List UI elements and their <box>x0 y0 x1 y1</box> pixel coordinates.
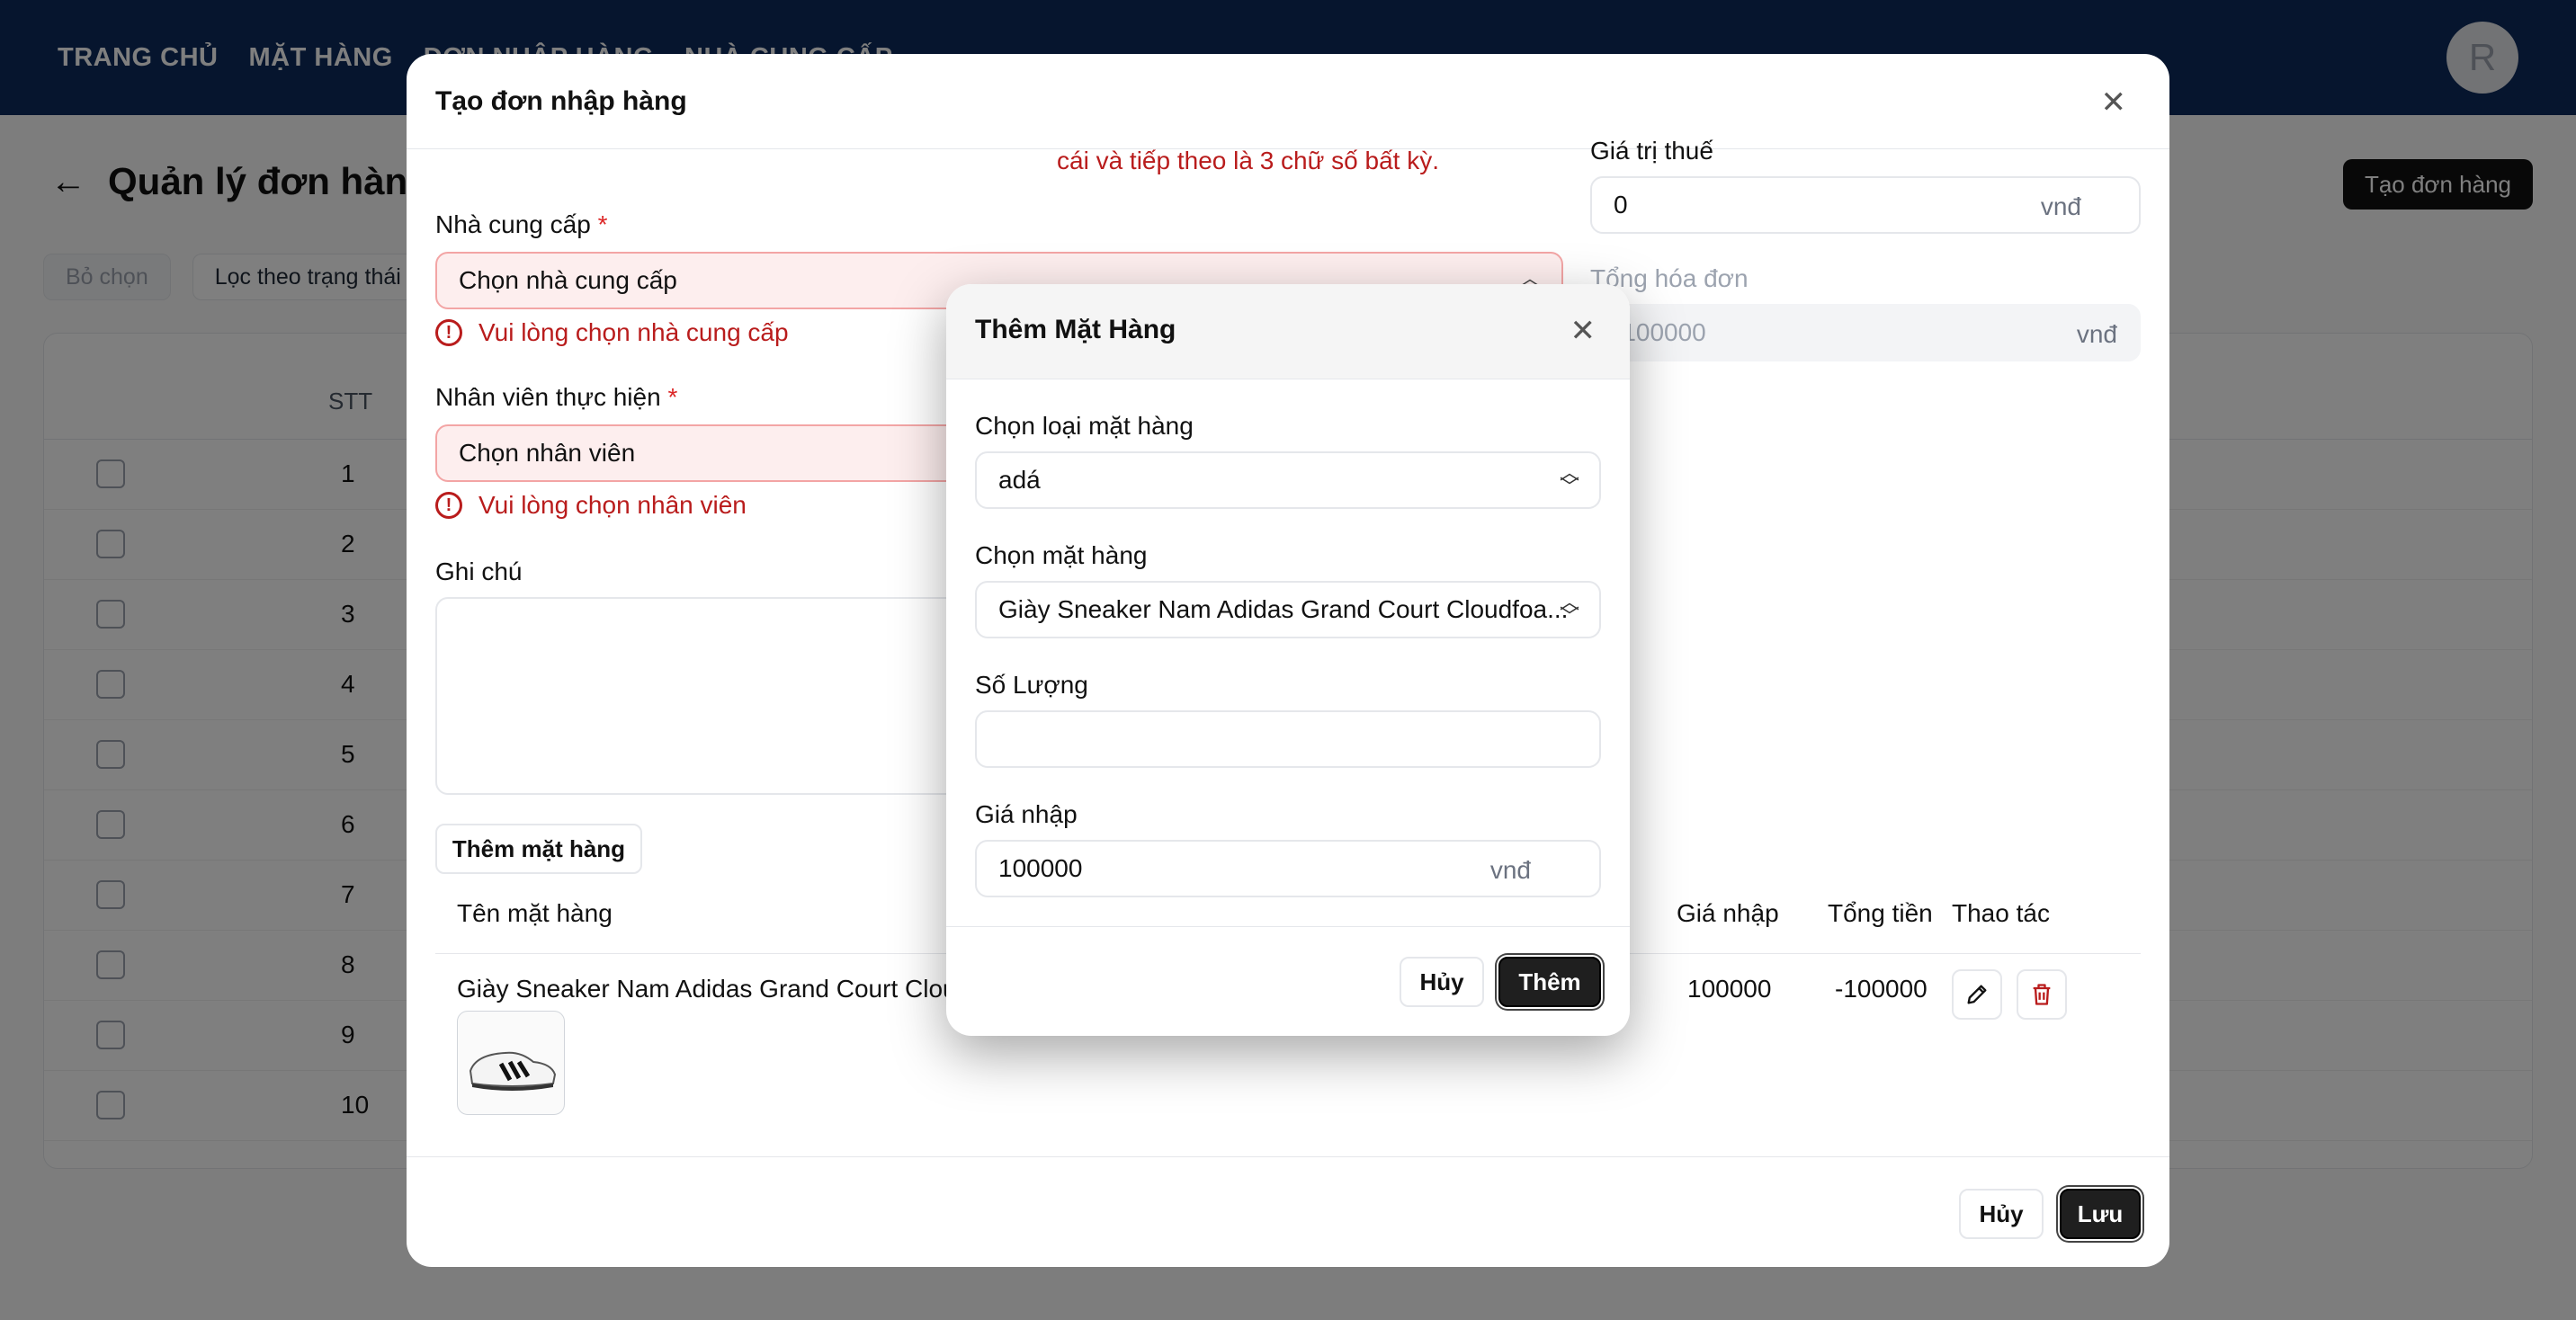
item-price: 100000 <box>1687 975 1772 1003</box>
price-value: 100000 <box>998 854 1083 882</box>
delete-item-button[interactable] <box>2017 969 2067 1020</box>
tax-value: 0 <box>1614 191 1628 219</box>
item-name: Giày Sneaker Nam Adidas Grand Court Clou… <box>457 975 997 1003</box>
price-label: Giá nhập <box>975 800 1078 828</box>
item-price-header: Giá nhập <box>1677 899 1779 927</box>
price-unit: vnđ <box>1489 856 1531 884</box>
quantity-label: Số Lượng <box>975 671 1088 699</box>
item-total-header: Tổng tiền <box>1828 899 1933 927</box>
pencil-icon <box>1967 985 1987 1004</box>
cancel-add-item-button[interactable]: Hủy <box>1400 957 1484 1007</box>
employee-label: Nhân viên thực hiện * <box>435 383 678 411</box>
quantity-input[interactable] <box>975 710 1601 768</box>
employee-error: ! Vui lòng chọn nhân viên <box>435 491 747 520</box>
dialog-title: Tạo đơn nhập hàng <box>435 86 687 116</box>
tax-input[interactable]: 0 vnđ <box>1590 176 2141 234</box>
edit-item-button[interactable] <box>1952 969 2002 1020</box>
error-icon: ! <box>435 319 462 346</box>
chevron-up-down-icon: ︿ ﹀ <box>1559 591 1579 628</box>
add-item-button[interactable]: Thêm mặt hàng <box>435 824 642 874</box>
tax-label: Giá trị thuế <box>1590 137 1713 165</box>
supplier-error: ! Vui lòng chọn nhà cung cấp <box>435 318 789 347</box>
item-name-header: Tên mặt hàng <box>457 899 613 927</box>
chevron-up-down-icon: ︿ ﹀ <box>1559 461 1579 498</box>
confirm-add-item-button[interactable]: Thêm <box>1498 957 1601 1007</box>
close-icon[interactable]: ✕ <box>2101 85 2127 120</box>
save-button[interactable]: Lưu <box>2060 1189 2141 1239</box>
category-select[interactable]: adá ︿ ﹀ <box>975 451 1601 509</box>
supplier-label: Nhà cung cấp * <box>435 210 608 238</box>
footer-divider <box>946 926 1630 927</box>
note-label: Ghi chú <box>435 557 523 585</box>
product-select[interactable]: Giày Sneaker Nam Adidas Grand Court Clou… <box>975 581 1601 638</box>
employee-placeholder: Chọn nhân viên <box>459 439 636 467</box>
validation-error-text: cái và tiếp theo là 3 chữ số bất kỳ. <box>1057 147 1439 174</box>
add-item-dialog-header: Thêm Mặt Hàng ✕ <box>946 284 1630 379</box>
cancel-button[interactable]: Hủy <box>1959 1189 2044 1239</box>
dialog-header: Tạo đơn nhập hàng ✕ <box>407 54 2169 149</box>
total-input: -100000 vnđ <box>1590 304 2141 361</box>
product-thumbnail <box>457 1011 565 1115</box>
category-value: adá <box>998 466 1041 494</box>
price-input[interactable]: 100000 vnđ <box>975 840 1601 897</box>
product-label: Chọn mặt hàng <box>975 541 1148 569</box>
item-total: -100000 <box>1835 975 1928 1003</box>
product-value: Giày Sneaker Nam Adidas Grand Court Clou… <box>998 595 1569 623</box>
tax-unit: vnđ <box>2040 192 2081 220</box>
category-label: Chọn loại mặt hàng <box>975 412 1194 440</box>
trash-icon <box>2033 984 2051 1005</box>
close-icon[interactable]: ✕ <box>1570 313 1597 349</box>
error-icon: ! <box>435 492 462 519</box>
add-item-dialog-title: Thêm Mặt Hàng <box>975 315 1176 344</box>
footer-divider <box>407 1156 2169 1157</box>
supplier-placeholder: Chọn nhà cung cấp <box>459 266 677 294</box>
item-actions-header: Thao tác <box>1952 899 2050 927</box>
total-unit: vnđ <box>2076 320 2117 348</box>
add-item-dialog: Thêm Mặt Hàng ✕ Chọn loại mặt hàng adá ︿… <box>946 284 1630 1036</box>
